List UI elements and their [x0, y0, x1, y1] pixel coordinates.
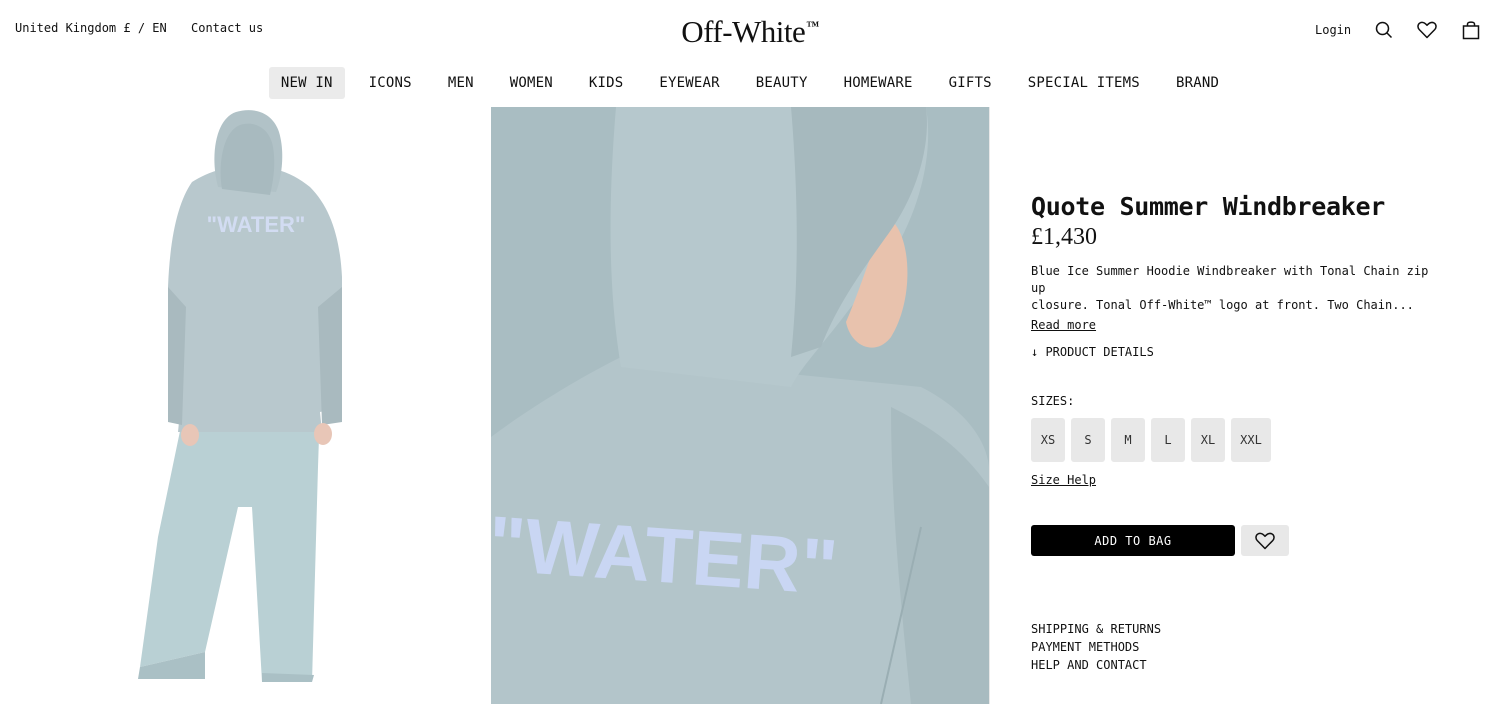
logo-tm: ™: [806, 18, 819, 33]
help-contact-link[interactable]: HELP AND CONTACT: [1031, 656, 1451, 674]
nav-men[interactable]: MEN: [436, 67, 486, 99]
payment-methods-link[interactable]: PAYMENT METHODS: [1031, 638, 1451, 656]
size-option-s[interactable]: S: [1071, 418, 1105, 462]
description-line-1: Blue Ice Summer Hoodie Windbreaker with …: [1031, 264, 1429, 295]
nav-icons[interactable]: ICONS: [357, 67, 424, 99]
size-option-l[interactable]: L: [1151, 418, 1185, 462]
size-option-xl[interactable]: XL: [1191, 418, 1225, 462]
size-option-xxl[interactable]: XXL: [1231, 418, 1271, 462]
top-bar: United Kingdom £ / EN Contact us Off-Whi…: [0, 0, 1500, 60]
heart-icon: [1255, 532, 1275, 549]
add-to-bag-button[interactable]: ADD TO BAG: [1031, 525, 1235, 556]
search-icon[interactable]: [1373, 19, 1395, 41]
shopping-bag-icon[interactable]: [1460, 19, 1482, 41]
size-option-xs[interactable]: XS: [1031, 418, 1065, 462]
sizes-label: SIZES:: [1031, 394, 1075, 408]
product-title: Quote Summer Windbreaker: [1031, 192, 1386, 221]
purchase-actions: ADD TO BAG: [1031, 525, 1451, 556]
shipping-returns-link[interactable]: SHIPPING & RETURNS: [1031, 620, 1451, 638]
add-to-wishlist-button[interactable]: [1241, 525, 1289, 556]
nav-beauty[interactable]: BEAUTY: [744, 67, 820, 99]
brand-logo[interactable]: Off-White™: [0, 14, 1500, 50]
nav-eyewear[interactable]: EYEWEAR: [647, 67, 731, 99]
heart-icon[interactable]: [1416, 19, 1438, 41]
size-help-link[interactable]: Size Help: [1031, 473, 1096, 487]
product-image-detail[interactable]: "WATER": [491, 107, 989, 704]
info-links: SHIPPING & RETURNS PAYMENT METHODS HELP …: [1031, 620, 1451, 674]
back-print-small: "WATER": [207, 212, 306, 237]
main-nav: NEW IN ICONS MEN WOMEN KIDS EYEWEAR BEAU…: [0, 67, 1500, 99]
logo-text: Off-White: [681, 14, 806, 49]
nav-brand[interactable]: BRAND: [1164, 67, 1231, 99]
description-line-2: closure. Tonal Off-White™ logo at front.…: [1031, 298, 1414, 312]
nav-kids[interactable]: KIDS: [577, 67, 636, 99]
login-link[interactable]: Login: [1315, 23, 1351, 37]
nav-gifts[interactable]: GIFTS: [937, 67, 1004, 99]
product-image-back[interactable]: "WATER": [0, 107, 491, 704]
read-more-link[interactable]: Read more: [1031, 318, 1096, 332]
size-selector: XS S M L XL XXL: [1031, 418, 1451, 462]
gallery-divider: [989, 107, 990, 704]
nav-women[interactable]: WOMEN: [498, 67, 565, 99]
nav-special-items[interactable]: SPECIAL ITEMS: [1016, 67, 1152, 99]
nav-new-in[interactable]: NEW IN: [268, 67, 345, 99]
product-details-toggle[interactable]: ↓ PRODUCT DETAILS: [1031, 345, 1451, 359]
product-description: Blue Ice Summer Hoodie Windbreaker with …: [1031, 263, 1441, 314]
nav-homeware[interactable]: HOMEWARE: [832, 67, 925, 99]
product-info: Quote Summer Windbreaker £1,430 Blue Ice…: [1031, 192, 1451, 674]
size-option-m[interactable]: M: [1111, 418, 1145, 462]
product-price: £1,430: [1031, 224, 1097, 250]
